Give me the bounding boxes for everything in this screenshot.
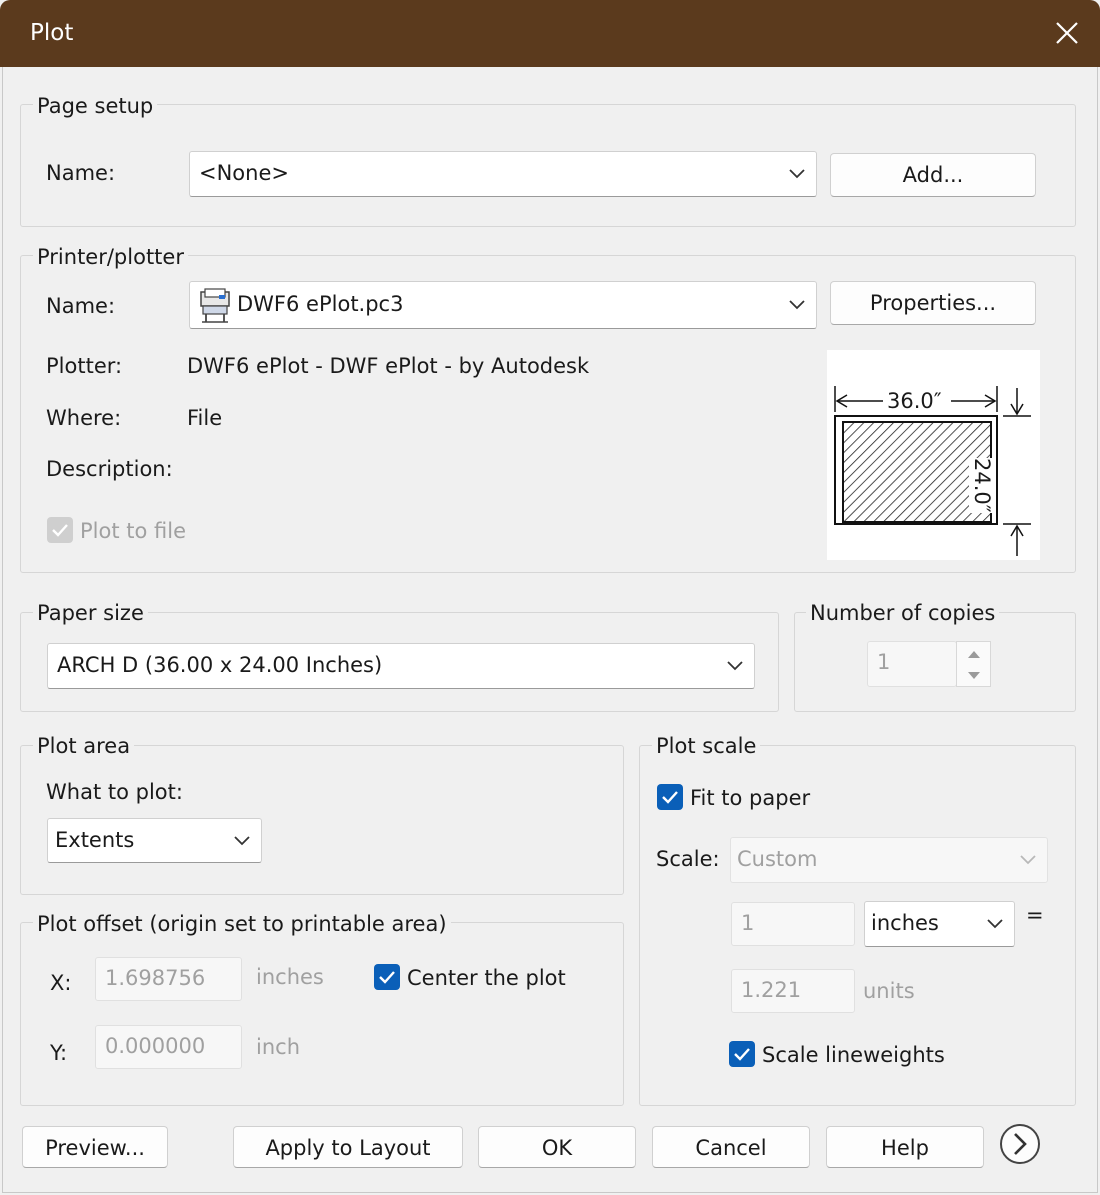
help-button[interactable]: Help <box>826 1126 984 1168</box>
plot-to-file-label: Plot to file <box>80 519 186 543</box>
title-bar <box>0 0 1100 67</box>
offset-x-input[interactable]: 1.698756 <box>95 957 242 1001</box>
where-value: File <box>187 406 223 430</box>
checkmark-icon <box>662 791 678 804</box>
preview-width-label: 36.0″ <box>885 388 944 414</box>
scale-equals: = <box>1026 903 1044 927</box>
chevron-down-icon <box>789 169 805 179</box>
printer-name-value: DWF6 ePlot.pc3 <box>237 292 404 316</box>
close-icon <box>1056 22 1078 44</box>
what-to-plot-label: What to plot: <box>46 780 183 804</box>
scale-value1-input[interactable]: 1 <box>731 902 855 946</box>
plot-scale-legend: Plot scale <box>652 733 761 759</box>
scale-label: Scale: <box>656 847 720 871</box>
plot-offset-legend: Plot offset (origin set to printable are… <box>33 911 451 937</box>
page-setup-legend: Page setup <box>33 93 158 119</box>
scale-lineweights-checkbox[interactable] <box>729 1041 755 1067</box>
cancel-button-label: Cancel <box>695 1136 767 1160</box>
scale-value2-input[interactable]: 1.221 <box>731 969 855 1013</box>
plot-area-legend: Plot area <box>33 733 135 759</box>
apply-to-layout-button-label: Apply to Layout <box>265 1136 431 1160</box>
preview-height-label: 24.0″ <box>969 458 995 513</box>
offset-y-unit: inch <box>256 1035 300 1059</box>
copies-spinner[interactable] <box>956 641 991 687</box>
plotter-value: DWF6 ePlot - DWF ePlot - by Autodesk <box>187 354 590 378</box>
chevron-right-circle-icon <box>1000 1124 1040 1164</box>
more-options-button[interactable] <box>998 1122 1042 1166</box>
plot-to-file-checkbox[interactable] <box>47 517 73 543</box>
paper-preview-drawing <box>834 386 1031 556</box>
help-button-label: Help <box>881 1136 929 1160</box>
scale-units-label: units <box>863 979 915 1003</box>
printer-plotter-legend: Printer/plotter <box>33 244 188 270</box>
chevron-down-icon <box>234 836 250 846</box>
window-title: Plot <box>30 20 74 46</box>
scale-unit-value: inches <box>871 911 939 935</box>
apply-to-layout-button[interactable]: Apply to Layout <box>233 1126 463 1168</box>
fit-to-paper-checkbox[interactable] <box>657 784 683 810</box>
checkmark-icon <box>379 971 395 984</box>
offset-x-unit: inches <box>256 965 324 989</box>
page-setup-name-label: Name: <box>46 161 116 185</box>
page-setup-name-combo[interactable]: <None> <box>189 151 817 197</box>
what-to-plot-value: Extents <box>55 828 135 852</box>
offset-y-label: Y: <box>50 1041 68 1065</box>
properties-button[interactable]: Properties... <box>830 281 1036 325</box>
offset-y-input[interactable]: 0.000000 <box>95 1025 242 1069</box>
chevron-down-icon <box>987 919 1003 929</box>
center-plot-label: Center the plot <box>407 966 566 990</box>
scale-value: Custom <box>737 847 818 871</box>
add-button[interactable]: Add... <box>830 153 1036 197</box>
chevron-down-icon <box>789 300 805 310</box>
spinner-up-icon[interactable] <box>965 648 983 660</box>
printer-name-label: Name: <box>46 294 116 318</box>
ok-button-label: OK <box>541 1136 573 1160</box>
chevron-down-icon <box>727 661 743 671</box>
plot-offset-group <box>20 922 624 1106</box>
printer-name-combo[interactable]: DWF6 ePlot.pc3 <box>189 281 817 329</box>
copies-legend: Number of copies <box>806 600 1000 626</box>
offset-x-label: X: <box>50 971 72 995</box>
scale-combo[interactable]: Custom <box>730 837 1048 883</box>
close-button[interactable] <box>1046 12 1088 54</box>
properties-button-label: Properties... <box>869 291 997 315</box>
plotter-icon <box>200 288 230 323</box>
paper-size-legend: Paper size <box>33 600 148 626</box>
plotter-label: Plotter: <box>46 354 123 378</box>
checkmark-icon <box>52 524 68 537</box>
page-setup-name-value: <None> <box>199 161 289 185</box>
copies-input[interactable]: 1 <box>867 641 957 687</box>
add-button-label: Add... <box>902 163 964 187</box>
paper-size-combo[interactable]: ARCH D (36.00 x 24.00 Inches) <box>47 643 755 689</box>
what-to-plot-combo[interactable]: Extents <box>47 818 262 863</box>
ok-button[interactable]: OK <box>478 1126 636 1168</box>
cancel-button[interactable]: Cancel <box>652 1126 810 1168</box>
where-label: Where: <box>46 406 122 430</box>
chevron-down-icon <box>1020 855 1036 865</box>
description-label: Description: <box>46 457 173 481</box>
paper-size-value: ARCH D (36.00 x 24.00 Inches) <box>57 653 383 677</box>
checkmark-icon <box>734 1048 750 1061</box>
scale-lineweights-label: Scale lineweights <box>762 1043 945 1067</box>
paper-preview: 36.0″ 24.0″ <box>827 350 1040 560</box>
scale-unit-combo[interactable]: inches <box>864 901 1015 947</box>
spinner-down-icon[interactable] <box>965 670 983 682</box>
preview-button[interactable]: Preview... <box>22 1126 168 1168</box>
center-plot-checkbox[interactable] <box>374 964 400 990</box>
fit-to-paper-label: Fit to paper <box>690 786 811 810</box>
preview-button-label: Preview... <box>45 1136 145 1160</box>
